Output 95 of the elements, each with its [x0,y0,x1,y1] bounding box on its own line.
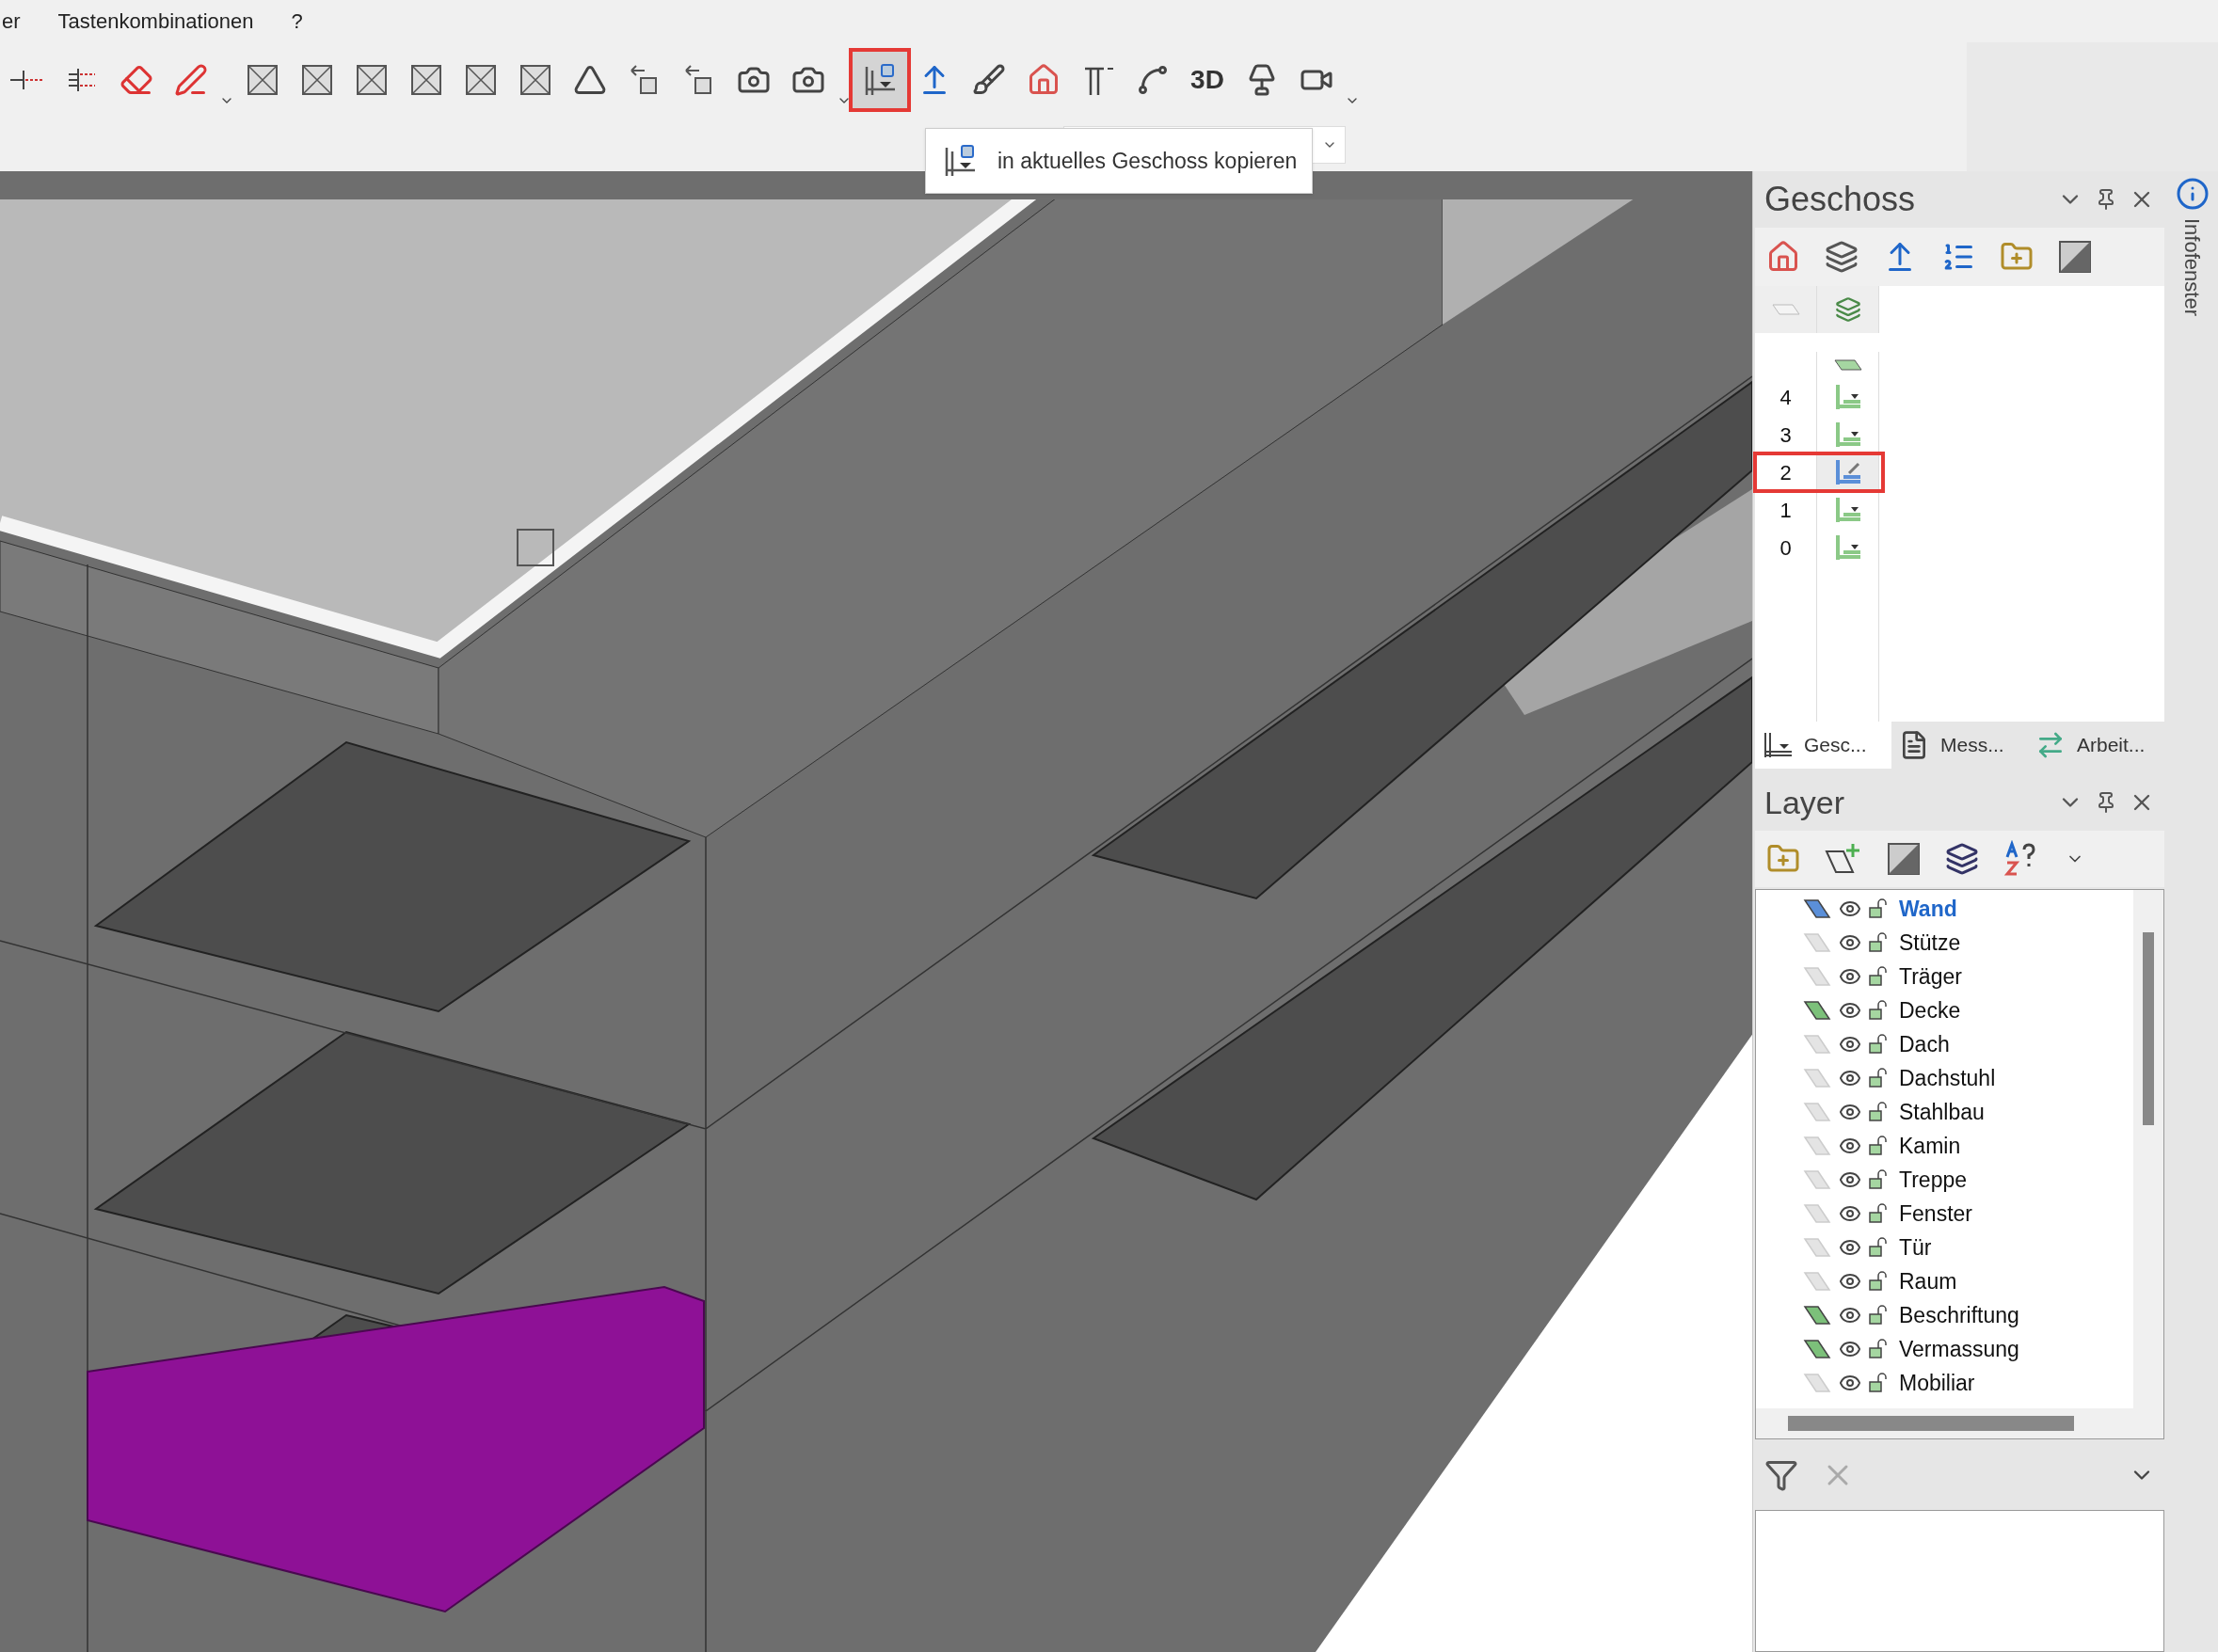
scrollbar-thumb[interactable] [2143,932,2154,1125]
layer-name: Dachstuhl [1899,1064,1996,1092]
floor-icon [1833,458,1862,486]
unlocked-lock-icon[interactable] [1867,1236,1890,1259]
unlocked-lock-icon[interactable] [1867,999,1890,1022]
unlocked-lock-icon[interactable] [1867,1067,1890,1089]
stack-icon[interactable] [1825,240,1859,274]
layer-row[interactable]: Dachstuhl [1803,1061,2133,1095]
layer-name: Raum [1899,1267,1957,1295]
layer-name: Stahlbau [1899,1098,1985,1126]
floor-row[interactable]: 4 [1755,378,1883,416]
layer-row[interactable]: Tür [1803,1231,2133,1264]
floor-icon [1763,731,1793,759]
layer-row[interactable]: Wand [1803,892,2133,926]
layer-row[interactable]: Fenster [1803,1197,2133,1231]
floor-icon [1833,383,1862,411]
info-icon[interactable] [2175,177,2210,211]
floor-number: 3 [1755,416,1817,453]
floor-number: 1 [1755,491,1817,529]
contrast-square-icon[interactable] [1887,842,1921,876]
layer-row[interactable]: Treppe [1803,1163,2133,1197]
plane-icon [1771,304,1800,315]
layer-row[interactable]: Raum [1803,1264,2133,1298]
layer-row[interactable]: Stahlbau [1803,1095,2133,1129]
layer-row[interactable]: Decke [1803,993,2133,1027]
layer-status-icon[interactable] [1803,1000,1833,1021]
curve-icon [1136,63,1170,97]
layer-name: Fenster [1899,1199,1972,1228]
view-box-icon [300,63,334,97]
view-box-icon [246,63,279,97]
floor-row[interactable]: 1 [1755,491,1883,529]
unlocked-lock-icon[interactable] [1867,1372,1890,1394]
layer-row[interactable]: Stütze [1803,926,2133,960]
layer-status-icon[interactable] [1803,1339,1833,1359]
floor-row[interactable]: 2 [1755,453,1883,491]
floor-icon [1833,496,1862,524]
menu-item[interactable]: Tastenkombinationen [57,6,254,37]
layer-name: Stütze [1899,929,1961,957]
view-box-icon [464,63,498,97]
unlocked-lock-icon[interactable] [1867,1338,1890,1360]
plane-icon [1833,359,1862,371]
unlocked-lock-icon[interactable] [1867,1033,1890,1056]
layer-row[interactable]: Vermassung [1803,1332,2133,1366]
layer-name: Treppe [1899,1166,1968,1194]
floor-number: 4 [1755,378,1817,416]
layer-name: Vermassung [1899,1335,2019,1363]
panel-tab[interactable]: Gesc... [1755,722,1891,769]
layer-row[interactable]: Kamin [1803,1129,2133,1163]
layer-status-icon[interactable] [1803,1305,1833,1326]
stack-icon [1834,296,1861,323]
layer-row[interactable]: Beschriftung [1803,1298,2133,1332]
unlocked-lock-icon[interactable] [1867,1135,1890,1157]
floor-row[interactable]: 3 [1755,416,1883,453]
unlocked-lock-icon[interactable] [1867,1304,1890,1326]
layer-name: Dach [1899,1030,1950,1058]
view-box-icon [519,63,552,97]
toolbar-button[interactable]: 3D [1180,52,1235,108]
house-icon [1027,63,1061,97]
view-box-icon [355,63,389,97]
unlocked-lock-icon[interactable] [1867,1202,1890,1225]
layer-row[interactable]: Dach [1803,1027,2133,1061]
floor-icon [1833,421,1862,449]
layer-name: Tür [1899,1233,1932,1262]
unlocked-lock-icon[interactable] [1867,1270,1890,1293]
layer-name: Kamin [1899,1132,1961,1160]
panel-title: Geschoss [1764,179,1917,220]
view-box-icon [409,63,443,97]
tooltip-text: in aktuelles Geschoss kopieren [997,147,1298,175]
scrollbar-thumb[interactable] [1788,1416,2074,1431]
layer-status-icon[interactable] [1803,898,1833,919]
layer-name: Mobiliar [1899,1369,1975,1397]
layer-name: Beschriftung [1899,1301,2019,1329]
layer-row[interactable]: Mobiliar [1803,1366,2133,1400]
floor-row[interactable]: 0 [1755,529,1883,566]
layer-name: Wand [1899,895,1957,923]
unlocked-lock-icon[interactable] [1867,897,1890,920]
unlocked-lock-icon[interactable] [1867,1101,1890,1123]
side-tab[interactable]: Infofenster [2177,218,2208,316]
layer-name: Decke [1899,996,1961,1025]
plane-plus-icon[interactable] [1825,842,1862,876]
menu-item[interactable]: ? [291,6,303,37]
floor-icon [1833,533,1862,562]
eraser-icon [120,63,153,97]
layer-row[interactable]: Träger [1803,960,2133,993]
panel-title: Layer [1764,783,1846,822]
contrast-square-icon[interactable] [2058,240,2092,274]
pen-icon [174,63,208,97]
floor-number: 0 [1755,529,1817,566]
unlocked-lock-icon[interactable] [1867,1168,1890,1191]
pyramid-icon [573,63,607,97]
menu-item[interactable]: er [2,6,21,37]
unlocked-lock-icon[interactable] [1867,965,1890,988]
unlocked-lock-icon[interactable] [1867,931,1890,954]
layer-name: Träger [1899,962,1962,991]
brush-icon [972,63,1006,97]
